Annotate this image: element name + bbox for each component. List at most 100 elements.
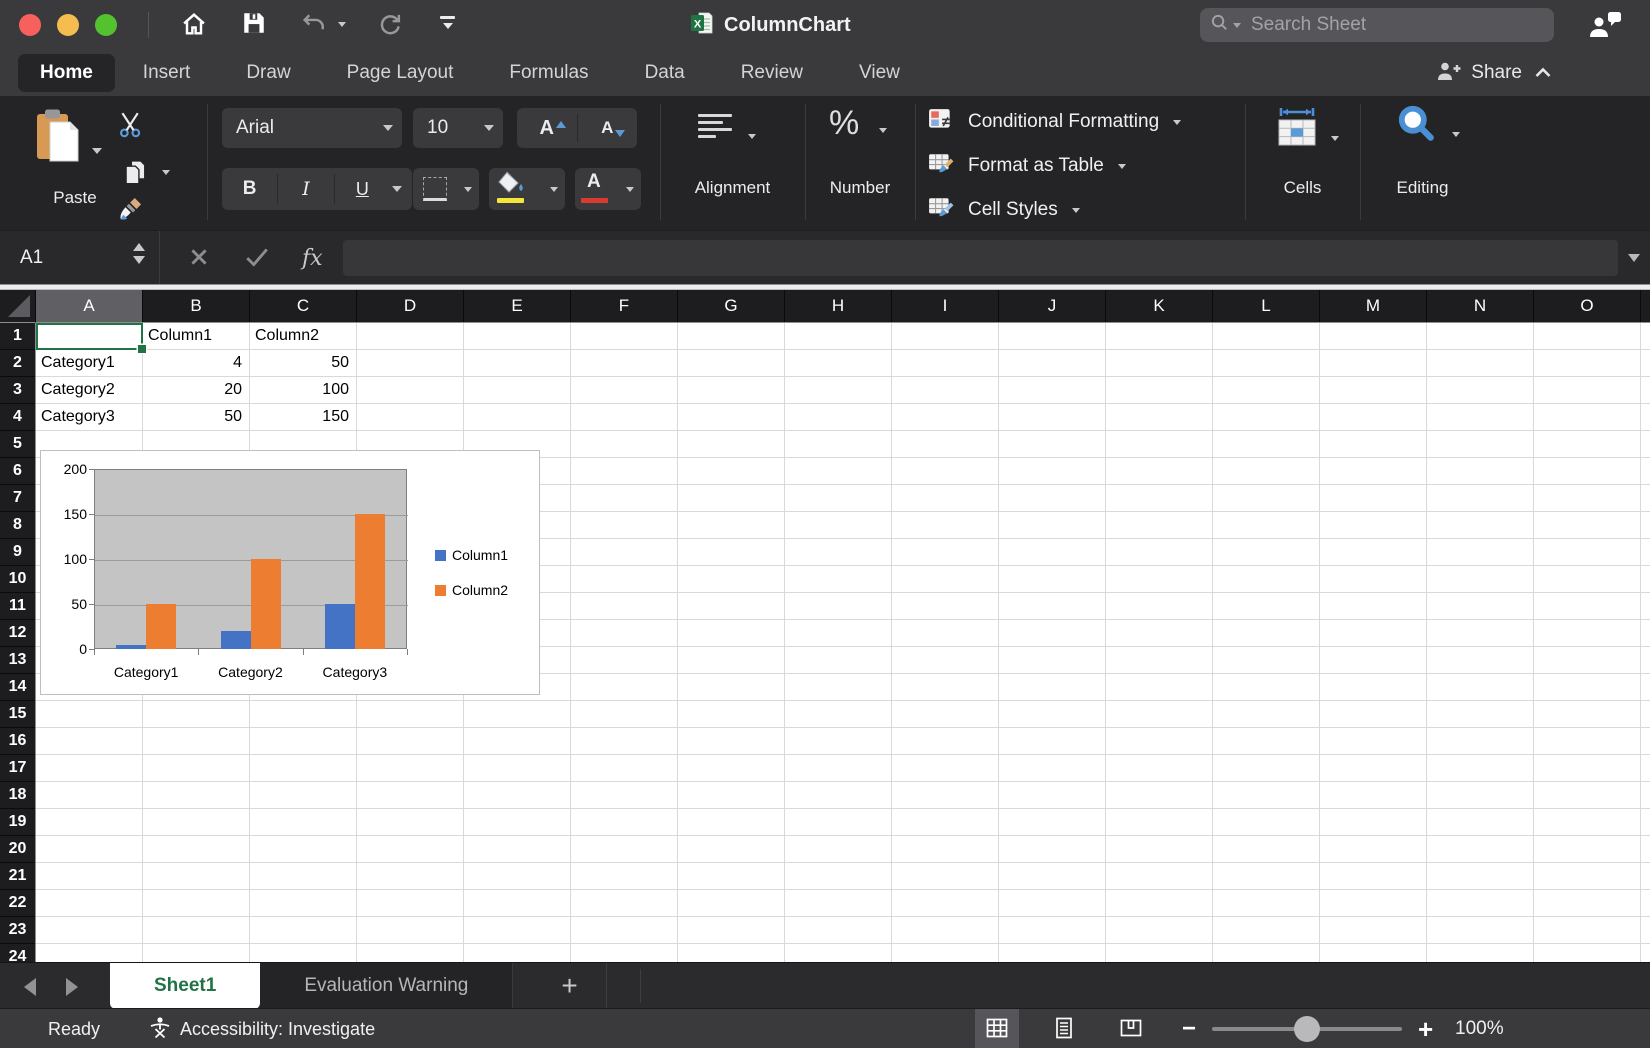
conditional-formatting-button[interactable]: Conditional Formatting <box>18 102 1181 142</box>
column-header-m[interactable]: M <box>1320 290 1427 322</box>
select-all-corner[interactable] <box>0 290 36 323</box>
row-header-11[interactable]: 11 <box>0 593 35 620</box>
redo-toolbar-button[interactable] <box>376 10 404 41</box>
column-header-f[interactable]: F <box>571 290 678 322</box>
column-header-c[interactable]: C <box>250 290 357 322</box>
column-header-k[interactable]: K <box>1106 290 1213 322</box>
row-header-15[interactable]: 15 <box>0 701 35 728</box>
column-header-g[interactable]: G <box>678 290 785 322</box>
enter-button[interactable] <box>238 231 276 285</box>
cell-A2[interactable]: Category1 <box>36 350 143 377</box>
tab-formulas[interactable]: Formulas <box>481 54 616 92</box>
cell-B4[interactable]: 50 <box>143 404 250 431</box>
cell-C3[interactable]: 100 <box>250 377 357 404</box>
row-header-8[interactable]: 8 <box>0 512 35 539</box>
embedded-column-chart[interactable]: 050100150200Category1Category2Category3C… <box>40 450 540 695</box>
sheet-tab-evaluation-warning[interactable]: Evaluation Warning <box>260 963 513 1009</box>
tab-review[interactable]: Review <box>713 54 831 92</box>
cell-B3[interactable]: 20 <box>143 377 250 404</box>
sheet-tab-sheet1[interactable]: Sheet1 <box>110 963 260 1009</box>
bar-column2-category1[interactable] <box>146 604 176 649</box>
fill-handle[interactable] <box>138 345 146 353</box>
row-header-20[interactable]: 20 <box>0 836 35 863</box>
tab-page-layout[interactable]: Page Layout <box>319 54 482 92</box>
row-header-3[interactable]: 3 <box>0 377 35 404</box>
cell-C2[interactable]: 50 <box>250 350 357 377</box>
row-header-12[interactable]: 12 <box>0 620 35 647</box>
format-as-table-caret[interactable] <box>1118 164 1126 169</box>
page-break-preview-button[interactable] <box>1109 1009 1153 1048</box>
collapse-ribbon-button[interactable] <box>1534 65 1552 82</box>
next-sheet-arrow[interactable] <box>66 978 78 996</box>
contacts-button[interactable] <box>1588 11 1622 42</box>
bar-column1-category1[interactable] <box>116 645 146 649</box>
undo-dropdown-caret[interactable] <box>338 22 346 27</box>
accessibility-status[interactable]: Accessibility: Investigate <box>148 1009 375 1048</box>
cells-caret[interactable] <box>1331 136 1339 141</box>
tab-view[interactable]: View <box>831 54 928 92</box>
cell-C1[interactable]: Column2 <box>250 323 357 350</box>
normal-view-button[interactable] <box>975 1009 1019 1048</box>
bar-column1-category2[interactable] <box>221 631 251 649</box>
search-input[interactable]: Search Sheet <box>1200 8 1554 42</box>
tab-insert[interactable]: Insert <box>115 54 219 92</box>
row-header-17[interactable]: 17 <box>0 755 35 782</box>
column-header-l[interactable]: L <box>1213 290 1320 322</box>
zoom-window-button[interactable] <box>95 14 117 36</box>
column-header-h[interactable]: H <box>785 290 892 322</box>
row-header-14[interactable]: 14 <box>0 674 35 701</box>
row-header-6[interactable]: 6 <box>0 458 35 485</box>
cell-A4[interactable]: Category3 <box>36 404 143 431</box>
legend-entry-column1[interactable]: Column1 <box>435 547 508 563</box>
column-header-d[interactable]: D <box>357 290 464 322</box>
cells-group[interactable]: Cells <box>1245 96 1360 230</box>
conditional-formatting-caret[interactable] <box>1173 120 1181 125</box>
format-as-table-button[interactable]: Format as Table <box>18 146 1126 186</box>
column-header-e[interactable]: E <box>464 290 571 322</box>
column-header-o[interactable]: O <box>1534 290 1641 322</box>
editing-caret[interactable] <box>1452 132 1460 137</box>
undo-toolbar-button[interactable] <box>300 10 328 41</box>
row-header-23[interactable]: 23 <box>0 917 35 944</box>
column-header-a[interactable]: A <box>36 290 143 322</box>
row-header-19[interactable]: 19 <box>0 809 35 836</box>
save-toolbar-button[interactable] <box>241 10 267 39</box>
column-header-i[interactable]: I <box>892 290 999 322</box>
column-header-n[interactable]: N <box>1427 290 1534 322</box>
row-header-21[interactable]: 21 <box>0 863 35 890</box>
previous-sheet-arrow[interactable] <box>24 978 36 996</box>
formula-input[interactable] <box>343 240 1618 276</box>
tab-draw[interactable]: Draw <box>218 54 318 92</box>
cell-B2[interactable]: 4 <box>143 350 250 377</box>
home-toolbar-button[interactable] <box>180 10 208 41</box>
row-header-18[interactable]: 18 <box>0 782 35 809</box>
name-box[interactable]: A1 <box>0 231 160 285</box>
minimize-window-button[interactable] <box>57 14 79 36</box>
row-header-22[interactable]: 22 <box>0 890 35 917</box>
column-header-b[interactable]: B <box>143 290 250 322</box>
row-header-16[interactable]: 16 <box>0 728 35 755</box>
customize-toolbar-button[interactable] <box>440 16 455 29</box>
zoom-slider-thumb[interactable] <box>1294 1016 1320 1042</box>
row-header-2[interactable]: 2 <box>0 350 35 377</box>
selected-cell[interactable] <box>36 323 143 350</box>
editing-group[interactable]: Editing <box>1360 96 1485 230</box>
tab-data[interactable]: Data <box>617 54 713 92</box>
row-header-24[interactable]: 24 <box>0 944 35 962</box>
bar-column2-category3[interactable] <box>355 514 385 649</box>
name-box-spinner[interactable] <box>133 243 145 264</box>
row-header-9[interactable]: 9 <box>0 539 35 566</box>
row-header-1[interactable]: 1 <box>0 323 35 350</box>
row-header-10[interactable]: 10 <box>0 566 35 593</box>
zoom-out-button[interactable]: − <box>1176 1009 1202 1048</box>
close-window-button[interactable] <box>19 14 41 36</box>
cells-area[interactable]: 050100150200Category1Category2Category3C… <box>36 323 1650 962</box>
page-layout-view-button[interactable] <box>1042 1009 1086 1048</box>
row-header-4[interactable]: 4 <box>0 404 35 431</box>
row-header-7[interactable]: 7 <box>0 485 35 512</box>
row-header-13[interactable]: 13 <box>0 647 35 674</box>
cell-A3[interactable]: Category2 <box>36 377 143 404</box>
formula-bar-expand-caret[interactable] <box>1628 254 1640 262</box>
legend-entry-column2[interactable]: Column2 <box>435 582 508 598</box>
insert-function-button[interactable]: fx <box>296 231 329 285</box>
